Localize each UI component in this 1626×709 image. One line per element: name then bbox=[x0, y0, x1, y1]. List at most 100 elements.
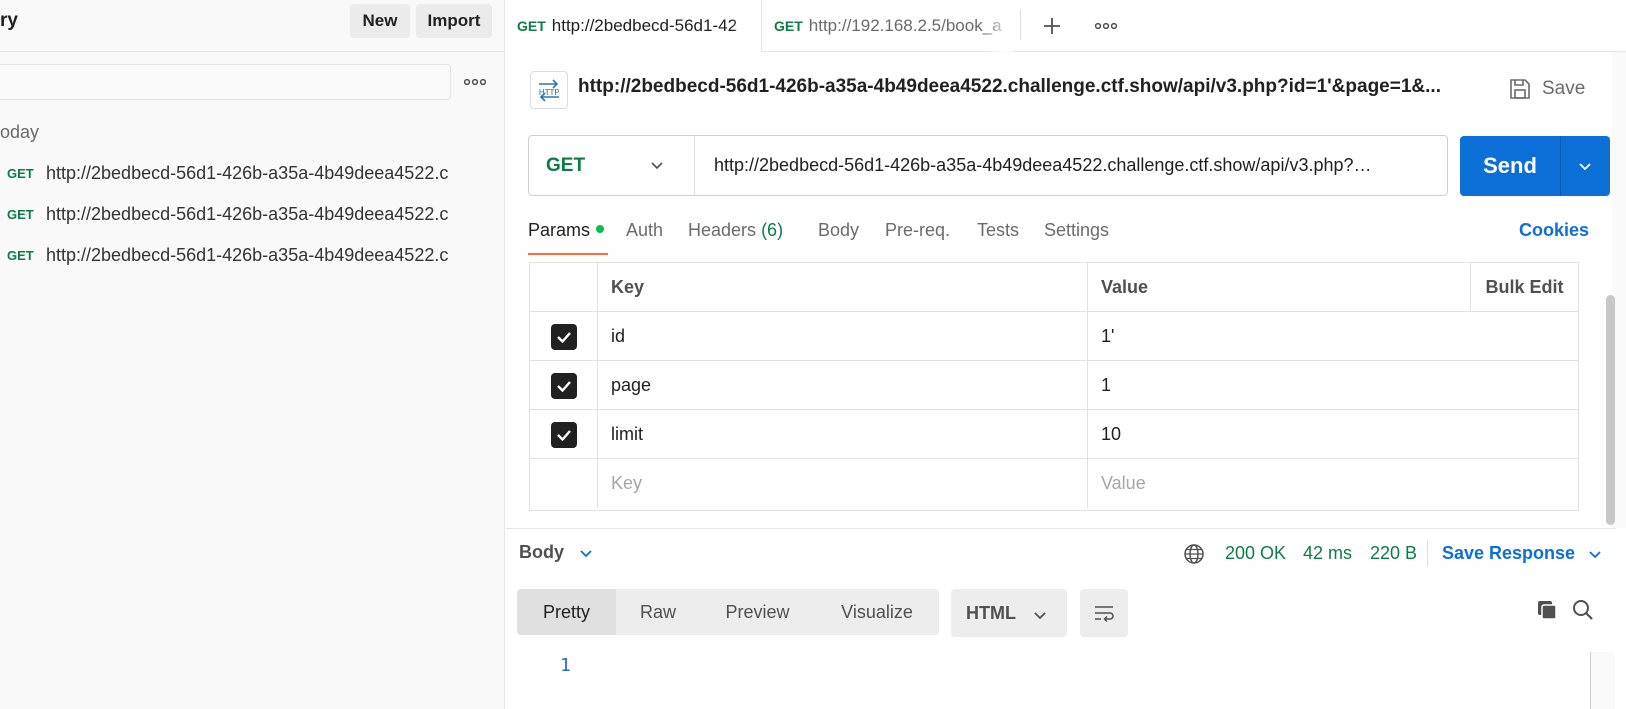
param-check-cell bbox=[530, 459, 598, 508]
param-checkbox[interactable] bbox=[550, 372, 577, 399]
tab-method: GET bbox=[774, 18, 803, 34]
sidebar-title: ry bbox=[0, 10, 18, 31]
editor-scrollbar[interactable] bbox=[1591, 652, 1615, 709]
url-bar: GET http://2bedbecd-56d1-426b-a35a-4b49d… bbox=[528, 135, 1448, 196]
tab-tests[interactable]: Tests bbox=[977, 220, 1019, 241]
param-value[interactable]: 10 bbox=[1088, 410, 1578, 459]
history-url: http://2bedbecd-56d1-426b-a35a-4b49deea4… bbox=[46, 162, 449, 183]
save-label: Save bbox=[1542, 78, 1586, 99]
param-check-cell bbox=[530, 410, 598, 459]
tab-body[interactable]: Body bbox=[818, 220, 859, 241]
history-item[interactable]: GET http://2bedbecd-56d1-426b-a35a-4b49d… bbox=[0, 235, 490, 275]
table-row-empty: Key Value bbox=[530, 459, 1578, 508]
history-item[interactable]: GET http://2bedbecd-56d1-426b-a35a-4b49d… bbox=[0, 194, 490, 234]
param-key[interactable]: page bbox=[598, 361, 1088, 410]
history-method: GET bbox=[7, 165, 34, 181]
view-raw[interactable]: Raw bbox=[616, 589, 700, 635]
view-preview[interactable]: Preview bbox=[700, 589, 815, 635]
check-icon bbox=[556, 380, 571, 392]
tab-request-2[interactable]: GET http://192.168.2.5/book_a bbox=[763, 0, 1013, 52]
history-group-label: oday bbox=[0, 122, 40, 142]
new-param-key-input[interactable]: Key bbox=[598, 459, 1088, 508]
save-response-label: Save Response bbox=[1442, 543, 1576, 563]
request-scrollbar-thumb[interactable] bbox=[1606, 295, 1615, 525]
tab-fade bbox=[731, 0, 761, 52]
search-icon[interactable] bbox=[1571, 598, 1595, 627]
import-button[interactable]: Import bbox=[416, 4, 492, 38]
tab-headers-label: Headers bbox=[688, 220, 757, 240]
status-divider bbox=[1427, 540, 1428, 566]
more-options-icon[interactable] bbox=[463, 70, 487, 94]
save-button[interactable]: Save bbox=[1508, 72, 1590, 106]
cookies-link[interactable]: Cookies bbox=[1519, 220, 1589, 241]
request-tabs-bar: GET http://2bedbecd-56d1-42 GET http://1… bbox=[506, 0, 1626, 52]
check-icon bbox=[556, 429, 571, 441]
tab-url: http://2bedbecd-56d1-42 bbox=[551, 16, 738, 35]
globe-icon[interactable] bbox=[1183, 543, 1205, 570]
save-response-button[interactable]: Save Response bbox=[1442, 543, 1603, 564]
history-item[interactable]: GET http://2bedbecd-56d1-426b-a35a-4b49d… bbox=[0, 153, 490, 193]
request-title[interactable]: http://2bedbecd-56d1-426b-a35a-4b49deea4… bbox=[578, 76, 1458, 98]
new-button[interactable]: New bbox=[350, 4, 410, 38]
response-size[interactable]: 220 B bbox=[1370, 543, 1417, 564]
method-select[interactable]: GET bbox=[529, 136, 695, 195]
response-time[interactable]: 42 ms bbox=[1303, 543, 1352, 564]
tab-url: http://192.168.2.5/book_a bbox=[808, 16, 1002, 35]
param-check-cell bbox=[530, 361, 598, 410]
editor-line-number: 1 bbox=[560, 655, 571, 676]
tab-divider bbox=[1020, 10, 1021, 40]
param-checkbox[interactable] bbox=[550, 421, 577, 448]
history-url: http://2bedbecd-56d1-426b-a35a-4b49deea4… bbox=[46, 203, 449, 224]
table-row: id 1' bbox=[530, 312, 1578, 361]
bulk-edit-button[interactable]: Bulk Edit bbox=[1470, 263, 1578, 312]
history-method: GET bbox=[7, 206, 34, 222]
check-icon bbox=[556, 331, 571, 343]
send-label[interactable]: Send bbox=[1460, 136, 1560, 196]
save-icon bbox=[1510, 79, 1530, 99]
chevron-down-icon bbox=[580, 549, 592, 557]
status-code[interactable]: 200 OK bbox=[1225, 543, 1286, 564]
send-options-chevron-icon[interactable] bbox=[1560, 136, 1610, 196]
key-column-header: Key bbox=[598, 263, 1088, 312]
view-visualize[interactable]: Visualize bbox=[815, 589, 939, 635]
chevron-down-icon bbox=[1034, 612, 1046, 620]
sidebar-header: ry New Import bbox=[0, 0, 504, 52]
history-url: http://2bedbecd-56d1-426b-a35a-4b49deea4… bbox=[46, 244, 449, 265]
word-wrap-button[interactable] bbox=[1080, 589, 1128, 637]
response-body-select[interactable]: Body bbox=[519, 542, 594, 563]
http-request-icon: HTTP bbox=[530, 71, 568, 109]
tab-more-options-icon[interactable] bbox=[1086, 6, 1126, 46]
active-tab-underline bbox=[528, 253, 608, 255]
new-param-value-input[interactable]: Value bbox=[1088, 459, 1578, 508]
new-tab-plus-icon[interactable] bbox=[1032, 6, 1072, 46]
chevron-down-icon bbox=[651, 162, 663, 170]
view-pretty[interactable]: Pretty bbox=[517, 589, 616, 635]
table-row: page 1 bbox=[530, 361, 1578, 410]
param-key[interactable]: id bbox=[598, 312, 1088, 361]
param-check-cell bbox=[530, 312, 598, 361]
value-column-header: Value bbox=[1101, 277, 1149, 297]
tab-settings[interactable]: Settings bbox=[1044, 220, 1109, 241]
params-table: Key Value Bulk Edit id 1' page 1 limit 1… bbox=[529, 262, 1579, 511]
tab-auth[interactable]: Auth bbox=[626, 220, 663, 241]
sidebar-search-input[interactable] bbox=[0, 64, 451, 100]
sidebar: ry New Import oday GET http://2bedbecd-5… bbox=[0, 0, 505, 709]
param-checkbox[interactable] bbox=[550, 323, 577, 350]
param-value[interactable]: 1 bbox=[1088, 361, 1578, 410]
tab-prereq[interactable]: Pre-req. bbox=[885, 220, 950, 241]
wrap-lines-icon bbox=[1095, 606, 1114, 623]
header-check-cell bbox=[530, 263, 598, 312]
tab-headers[interactable]: Headers (6) bbox=[688, 220, 783, 241]
history-method: GET bbox=[7, 247, 34, 263]
format-select[interactable]: HTML bbox=[951, 589, 1067, 637]
response-divider[interactable] bbox=[506, 528, 1616, 529]
chevron-down-icon bbox=[1589, 550, 1601, 558]
send-button[interactable]: Send bbox=[1460, 136, 1610, 196]
tab-params[interactable]: Params bbox=[528, 220, 605, 241]
param-value[interactable]: 1' bbox=[1088, 312, 1578, 361]
headers-count: (6) bbox=[761, 220, 784, 240]
copy-icon[interactable] bbox=[1535, 598, 1559, 627]
tab-request-1[interactable]: GET http://2bedbecd-56d1-42 bbox=[506, 0, 762, 52]
url-input[interactable]: http://2bedbecd-56d1-426b-a35a-4b49deea4… bbox=[714, 136, 1439, 195]
param-key[interactable]: limit bbox=[598, 410, 1088, 459]
